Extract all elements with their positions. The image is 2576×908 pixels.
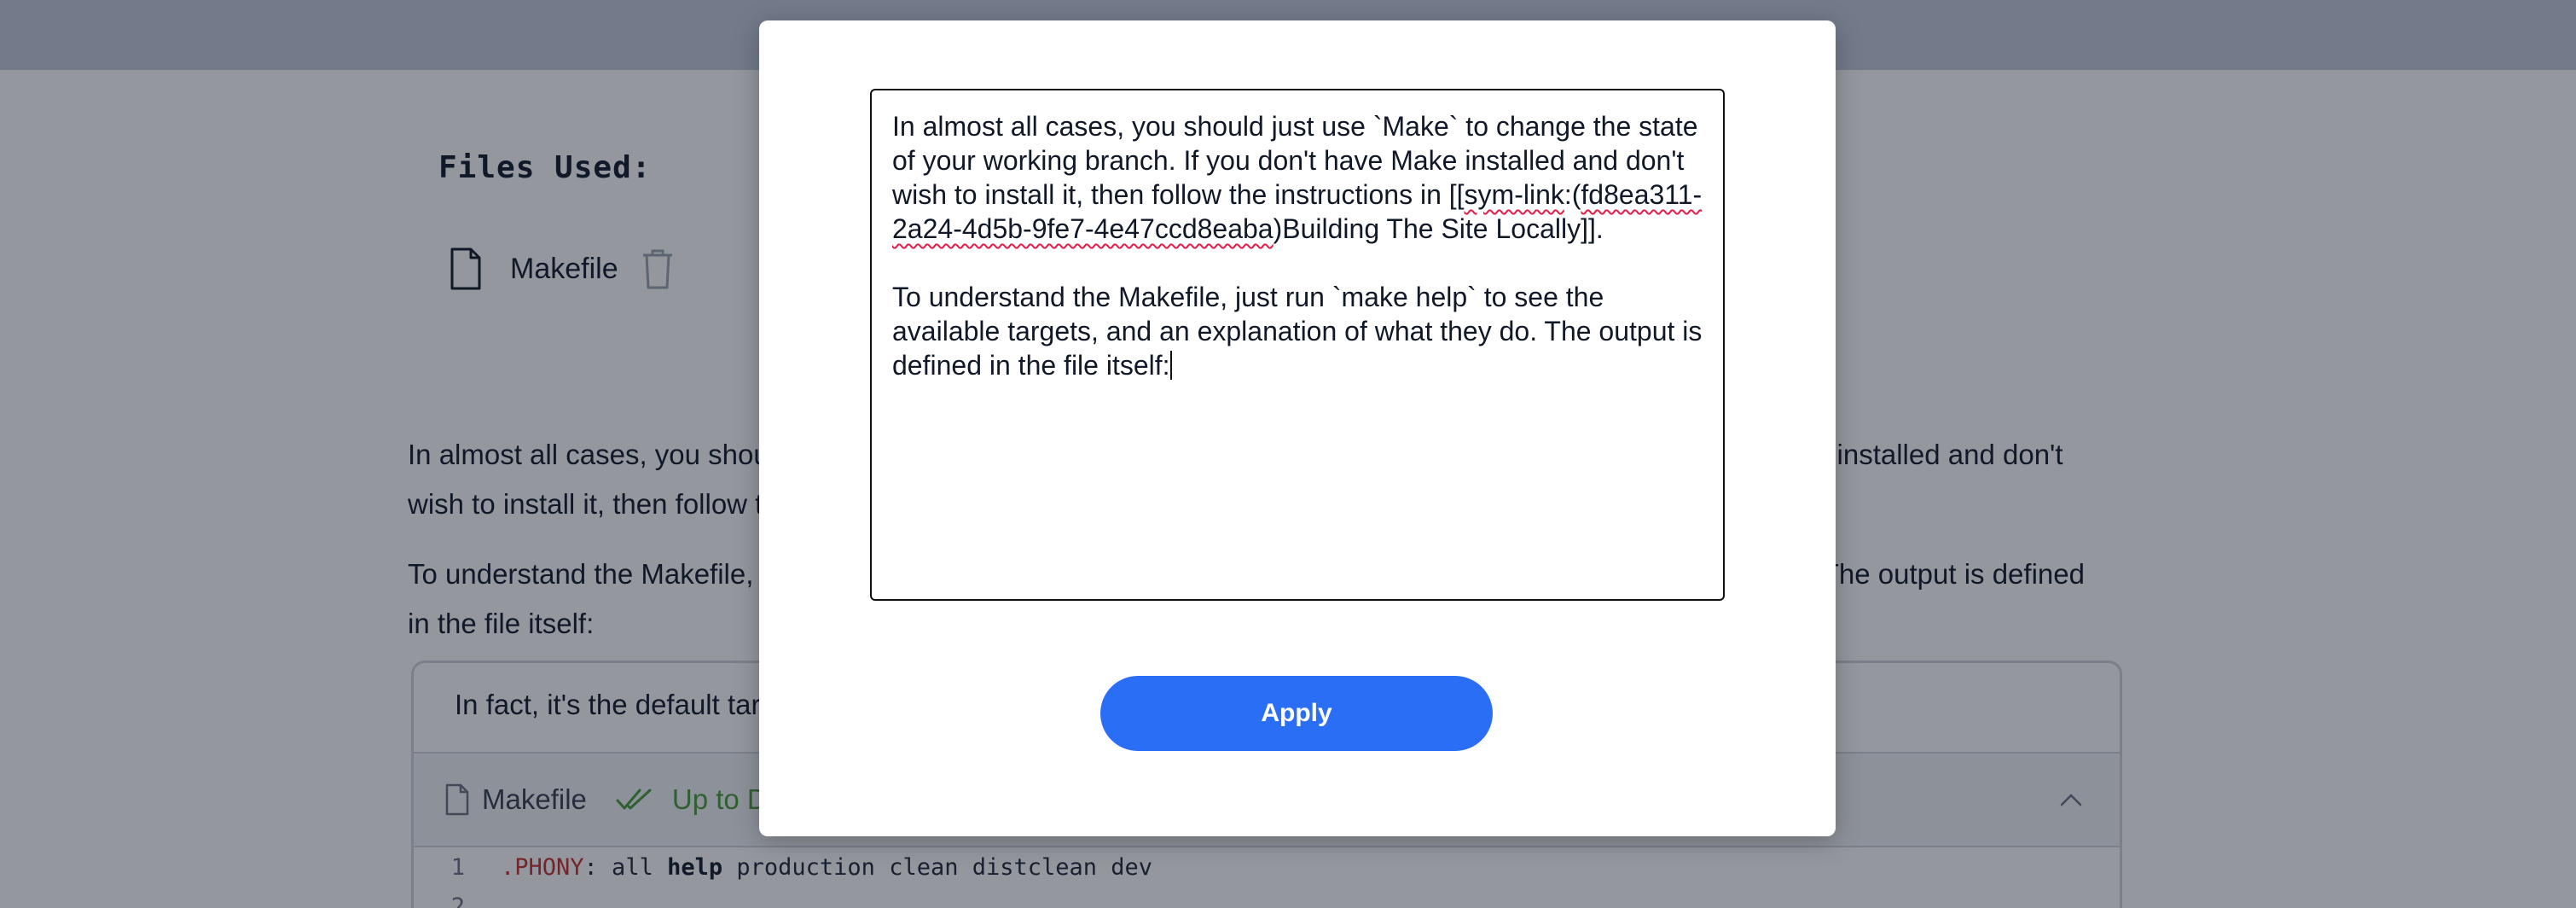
text-caret	[1169, 351, 1172, 380]
edit-modal: In almost all cases, you should just use…	[759, 20, 1836, 836]
markdown-editor[interactable]: In almost all cases, you should just use…	[870, 89, 1725, 601]
editor-text: :(	[1564, 179, 1581, 210]
misspelled-word: sym-link	[1464, 179, 1564, 210]
apply-button[interactable]: Apply	[1100, 676, 1493, 751]
